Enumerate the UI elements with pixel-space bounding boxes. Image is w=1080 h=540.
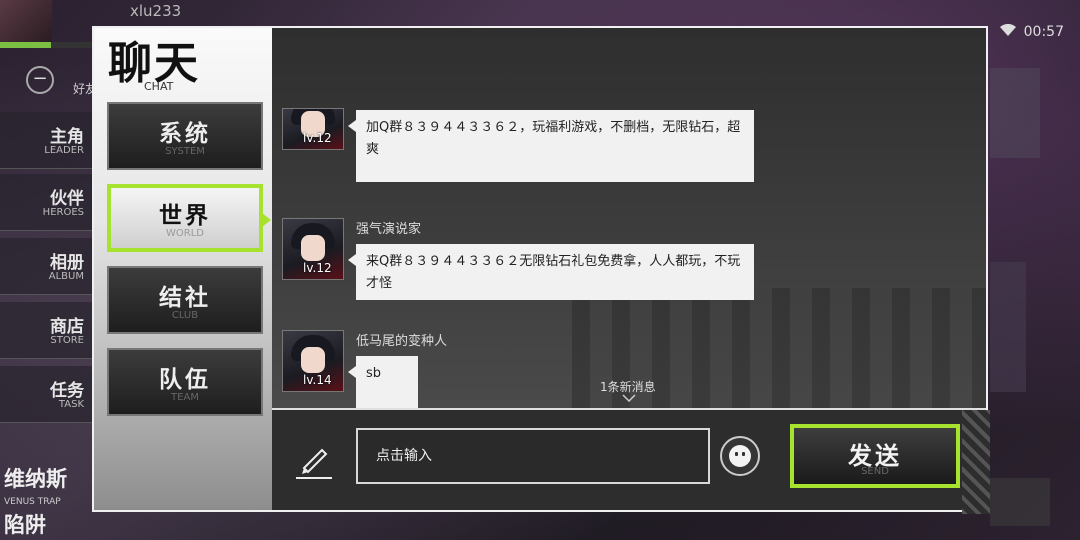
bg-right-panel <box>990 68 1040 158</box>
message-bubble: 加Q群８３９４４３３６２，玩福利游戏，不删档，无限钻石，超爽 <box>348 110 754 182</box>
decorative-stripes <box>962 410 990 514</box>
tab-sub: SYSTEM <box>165 146 205 157</box>
tab-label: 队伍 <box>159 367 211 393</box>
active-tab-indicator <box>262 213 271 227</box>
tab-world[interactable]: 世界 WORLD <box>107 184 263 252</box>
user-avatar[interactable]: lv.14 <box>282 330 344 392</box>
send-sub: SEND <box>861 466 889 477</box>
wifi-icon <box>1000 23 1016 40</box>
game-logo: 维纳斯 VENUS TRAP 陷阱 <box>4 468 67 537</box>
chat-sidebar: 聊天 CHAT 系统 SYSTEM 世界 WORLD 结社 CLUB 队伍 TE… <box>94 28 274 510</box>
bg-menu-leader[interactable]: 主角 LEADER <box>0 112 92 169</box>
tab-label: 结社 <box>159 285 211 311</box>
clock-time: 00:57 <box>1023 24 1064 40</box>
chat-title-sub: CHAT <box>144 80 174 93</box>
send-button[interactable]: 发送 SEND <box>790 424 960 488</box>
tab-system[interactable]: 系统 SYSTEM <box>107 102 263 170</box>
chat-input-bar: 点击输入 发送 SEND <box>272 408 990 514</box>
tab-label: 世界 <box>159 203 211 229</box>
chevron-down-icon[interactable] <box>622 394 636 405</box>
user-level: lv.12 <box>303 131 332 145</box>
user-level: lv.14 <box>303 373 332 387</box>
chat-message-area[interactable]: lv.12 加Q群８３９４４３３６２，玩福利游戏，不删档，无限钻石，超爽 lv.… <box>272 28 986 408</box>
message-bubble: 来Q群８３９４４３３６２无限钻石礼包免费拿，人人都玩，不玩才怪 <box>348 244 754 300</box>
bg-menu-sub: ALBUM <box>48 271 84 282</box>
bg-menu-title: 伙伴 <box>50 189 84 209</box>
bg-menu-album[interactable]: 相册 ALBUM <box>0 238 92 295</box>
logo-title: 维纳斯 <box>4 467 67 491</box>
bg-menu-title: 任务 <box>50 381 84 401</box>
tab-sub: WORLD <box>166 228 204 239</box>
bg-menu-title: 相册 <box>50 253 84 273</box>
bg-right-panel-2 <box>990 262 1026 392</box>
logo-subtitle: VENUS TRAP <box>4 497 61 507</box>
bg-menu-task[interactable]: 任务 TASK <box>0 366 92 423</box>
user-avatar[interactable]: lv.12 <box>282 218 344 280</box>
bg-menu-sub: HEROES <box>42 207 84 218</box>
message-bubble: sb <box>348 356 418 408</box>
tab-label: 系统 <box>159 121 211 147</box>
user-avatar[interactable]: lv.12 <box>282 108 344 150</box>
chat-dialog: 聊天 CHAT 系统 SYSTEM 世界 WORLD 结社 CLUB 队伍 TE… <box>92 26 990 514</box>
tab-sub: TEAM <box>171 392 199 403</box>
logo-title-2: 陷阱 <box>4 513 46 537</box>
bg-menu-sub: STORE <box>50 335 84 346</box>
user-level: lv.12 <box>303 261 332 275</box>
username[interactable]: 低马尾的变种人 <box>356 330 447 349</box>
player-avatar[interactable] <box>0 0 52 42</box>
player-username: xlu233 <box>130 2 182 20</box>
tab-sub: CLUB <box>171 310 199 321</box>
tab-club[interactable]: 结社 CLUB <box>107 266 263 334</box>
bg-right-bottom-panel <box>990 478 1050 526</box>
bg-menu-sub: TASK <box>58 399 84 410</box>
bg-menu-title: 商店 <box>50 317 84 337</box>
pencil-icon <box>294 440 334 480</box>
username[interactable]: 强气演说家 <box>356 218 421 237</box>
emoji-icon[interactable] <box>720 436 760 476</box>
xp-bar <box>0 42 92 48</box>
collapse-icon[interactable]: − <box>26 66 54 94</box>
bg-menu-sub: LEADER <box>44 145 84 156</box>
tab-team[interactable]: 队伍 TEAM <box>107 348 263 416</box>
new-messages-indicator[interactable]: 1条新消息 <box>600 378 656 395</box>
bg-menu-title: 主角 <box>50 127 84 147</box>
chat-input[interactable]: 点击输入 <box>356 428 710 484</box>
bg-menu-store[interactable]: 商店 STORE <box>0 302 92 359</box>
bg-menu-heroes[interactable]: 伙伴 HEROES <box>0 174 92 231</box>
